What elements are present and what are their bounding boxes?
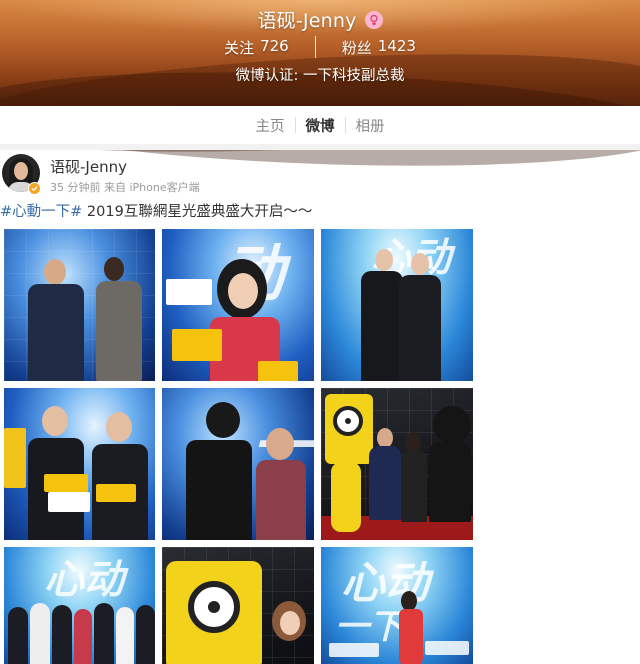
tab-weibo[interactable]: 微博 bbox=[296, 115, 345, 136]
fans-count: 1423 bbox=[377, 36, 416, 55]
fans-stat[interactable]: 粉丝 1423 bbox=[342, 37, 416, 58]
verification-text: 微博认证: 一下科技副总裁 bbox=[235, 68, 405, 84]
follow-label: 关注 bbox=[224, 38, 255, 57]
profile-name: 语砚-Jenny bbox=[257, 10, 357, 32]
post-photo-9[interactable]: 心动 一下 bbox=[321, 547, 473, 664]
post-photo-8[interactable] bbox=[162, 547, 314, 664]
post-photo-7[interactable]: 心动 bbox=[4, 547, 155, 664]
verified-badge-icon bbox=[28, 182, 41, 195]
post-photo-3[interactable]: 心动 bbox=[321, 229, 473, 381]
follow-count: 726 bbox=[260, 36, 289, 55]
post-photo-4[interactable] bbox=[4, 388, 155, 540]
profile-header: 语砚-Jenny 关注 726 粉丝 1423 微博认证: 一下科技副总裁 bbox=[0, 0, 640, 177]
post-meta: 35 分钟前 来自 iPhone客户端 bbox=[50, 181, 200, 194]
section-gap bbox=[0, 144, 640, 150]
follow-stat[interactable]: 关注 726 bbox=[224, 37, 289, 58]
post-photo-2[interactable]: 动 bbox=[162, 229, 314, 381]
female-icon bbox=[364, 10, 383, 29]
tab-album[interactable]: 相册 bbox=[346, 115, 395, 136]
stats-divider bbox=[314, 36, 316, 58]
post-body: 2019互聯網星光盛典盛大开启～～ bbox=[86, 204, 313, 220]
profile-tab-bar: 主页 微博 相册 bbox=[0, 106, 640, 144]
post-photo-1[interactable] bbox=[4, 229, 155, 381]
post-photo-6[interactable] bbox=[321, 388, 473, 540]
tab-home[interactable]: 主页 bbox=[246, 115, 295, 136]
post-header: 语砚-Jenny 35 分钟前 来自 iPhone客户端 bbox=[0, 154, 640, 200]
post-photo-5[interactable]: 一 bbox=[162, 388, 314, 540]
profile-name-row: 语砚-Jenny bbox=[0, 6, 640, 33]
post-author-name[interactable]: 语砚-Jenny bbox=[50, 156, 127, 177]
fans-label: 粉丝 bbox=[341, 38, 372, 57]
post-text: #心動一下# 2019互聯網星光盛典盛大开启～～ bbox=[0, 200, 312, 221]
profile-stats: 关注 726 粉丝 1423 bbox=[0, 36, 640, 58]
post-hashtag[interactable]: #心動一下# bbox=[0, 204, 82, 220]
